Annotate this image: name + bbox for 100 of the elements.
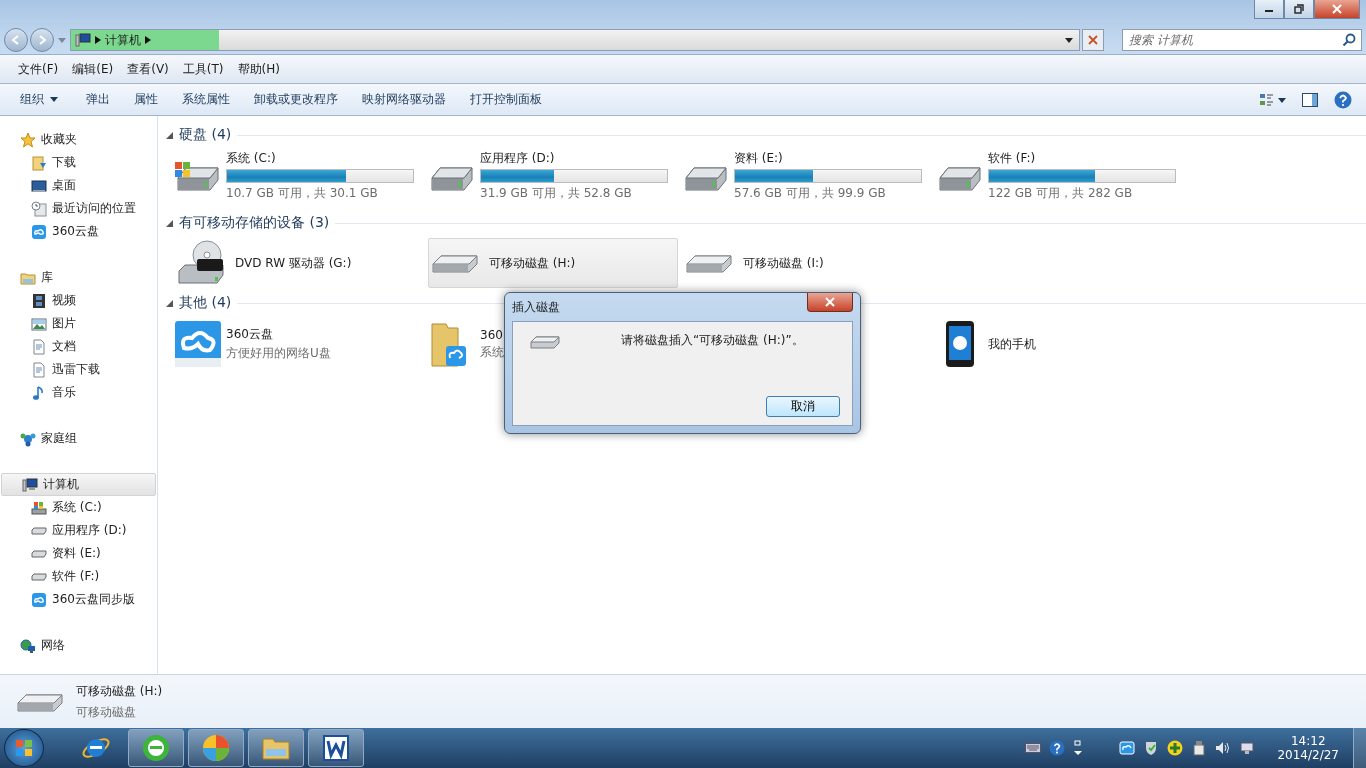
preview-pane-button[interactable] — [1302, 92, 1318, 107]
dropdown-caret-icon[interactable] — [1065, 37, 1073, 43]
clock[interactable]: 14:12 2014/2/27 — [1271, 734, 1345, 762]
sidebar-item[interactable]: 最近访问的位置 — [0, 197, 157, 220]
restore-icon — [1294, 4, 1304, 14]
menu-item[interactable]: 帮助(H) — [231, 58, 286, 80]
view-options-button[interactable] — [1260, 92, 1286, 107]
forward-button[interactable] — [30, 28, 54, 52]
item-description: 系统 — [480, 343, 504, 361]
close-icon — [1088, 35, 1098, 45]
sidebar-item[interactable]: 网络 — [0, 634, 157, 657]
drive-name[interactable]: 资料 (E:) — [734, 150, 922, 167]
sidebar-item[interactable]: 库 — [0, 266, 157, 289]
expanded-arrow-icon[interactable] — [166, 299, 173, 307]
caret-icon — [50, 97, 58, 102]
drive-name[interactable]: 系统 (C:) — [226, 150, 414, 167]
cloud-icon — [31, 591, 47, 608]
search-field[interactable]: 搜索 计算机 — [1122, 29, 1362, 51]
sidebar-item[interactable]: 下载 — [0, 151, 157, 174]
minimize-button[interactable] — [1254, 0, 1284, 19]
sidebar-item[interactable]: 视频 — [0, 289, 157, 312]
device-tile[interactable]: DVD RW 驱动器 (G:) — [174, 238, 424, 288]
stop-button[interactable] — [1082, 29, 1104, 51]
network-icon — [20, 637, 36, 654]
taskbar-button[interactable] — [248, 729, 304, 767]
item-name[interactable]: 360云盘 — [226, 326, 331, 343]
toolbar-button[interactable]: 打开控制面板 — [460, 87, 552, 112]
picture-icon — [31, 315, 47, 332]
toolbar-button[interactable]: 卸载或更改程序 — [244, 87, 348, 112]
start-button[interactable] — [4, 729, 44, 767]
drive-name[interactable]: 软件 (F:) — [988, 150, 1176, 167]
close-button[interactable] — [807, 293, 853, 312]
chevron-icon[interactable] — [145, 36, 151, 44]
help-button[interactable] — [1334, 90, 1352, 109]
details-type: 可移动磁盘 — [76, 703, 137, 721]
sidebar-item[interactable]: 文档 — [0, 335, 157, 358]
taskbar-button[interactable] — [308, 729, 364, 767]
document-icon — [31, 361, 47, 378]
toolbar-button[interactable]: 属性 — [124, 87, 168, 112]
sidebar-item[interactable]: 360云盘 — [0, 220, 157, 243]
taskbar-button[interactable] — [128, 729, 184, 767]
expanded-arrow-icon[interactable] — [166, 219, 173, 227]
computer-icon — [22, 476, 38, 493]
dialog-title: 插入磁盘 — [512, 298, 560, 316]
details-name: 可移动磁盘 (H:) — [76, 682, 163, 700]
back-button[interactable] — [4, 28, 28, 52]
group-heading[interactable]: 其他 (4) — [179, 294, 232, 312]
chevron-icon[interactable] — [95, 36, 101, 44]
drive-name[interactable]: 应用程序 (D:) — [480, 150, 668, 167]
sidebar-item[interactable]: 360云盘同步版 — [0, 588, 157, 611]
sidebar-item[interactable]: 桌面 — [0, 174, 157, 197]
device-name: 可移动磁盘 (I:) — [743, 254, 824, 272]
sidebar-item[interactable]: 家庭组 — [0, 427, 157, 450]
sidebar-item[interactable]: 资料 (E:) — [0, 542, 157, 565]
organize-button[interactable]: 组织 — [10, 87, 68, 112]
expanded-arrow-icon[interactable] — [166, 131, 173, 139]
help-icon[interactable] — [1049, 740, 1066, 756]
recent-places-icon — [31, 200, 47, 217]
item-name[interactable]: 360 — [480, 327, 504, 342]
dialog-message: 请将磁盘插入“可移动磁盘 (H:)”。 — [621, 332, 804, 349]
sidebar-item[interactable]: 系统 (C:) — [0, 496, 157, 519]
menu-item[interactable]: 文件(F) — [12, 58, 65, 80]
show-desktop-button[interactable] — [1353, 728, 1366, 768]
close-icon — [825, 297, 835, 307]
sidebar-item[interactable]: 应用程序 (D:) — [0, 519, 157, 542]
usb-device-icon[interactable] — [1191, 740, 1208, 756]
menu-item[interactable]: 工具(T) — [176, 58, 230, 80]
device-tile[interactable]: 可移动磁盘 (H:) — [428, 238, 678, 288]
keyboard-icon[interactable] — [1025, 742, 1042, 754]
network-icon[interactable] — [1239, 740, 1256, 756]
menu-item[interactable]: 查看(V) — [121, 58, 175, 80]
sidebar-item[interactable]: 收藏夹 — [0, 128, 157, 151]
toolbar-button[interactable]: 弹出 — [76, 87, 120, 112]
taskbar-button[interactable] — [188, 729, 244, 767]
menu-item[interactable]: 编辑(E) — [66, 58, 120, 80]
cancel-button[interactable]: 取消 — [766, 396, 840, 417]
item-description: 方便好用的网络U盘 — [226, 345, 331, 362]
address-field[interactable]: 计算机 — [70, 29, 1080, 51]
sidebar-item[interactable]: 软件 (F:) — [0, 565, 157, 588]
group-heading[interactable]: 硬盘 (4) — [179, 126, 232, 144]
speaker-icon[interactable] — [1215, 740, 1232, 756]
sidebar-item[interactable]: 计算机 — [1, 473, 156, 496]
word-icon — [321, 733, 351, 763]
toolbar-button[interactable]: 系统属性 — [172, 87, 240, 112]
drive-icon — [31, 549, 47, 558]
device-tile[interactable]: 可移动磁盘 (I:) — [682, 238, 932, 288]
monitor-icon — [31, 177, 47, 194]
restore-button[interactable] — [1284, 0, 1314, 19]
download-folder-icon — [31, 154, 47, 171]
sidebar-item[interactable]: 图片 — [0, 312, 157, 335]
toolbar-button[interactable]: 映射网络驱动器 — [352, 87, 456, 112]
item-name[interactable]: 我的手机 — [988, 335, 1036, 353]
sidebar-item[interactable]: 迅雷下载 — [0, 358, 157, 381]
cloud-icon[interactable] — [1119, 740, 1136, 756]
close-button[interactable] — [1314, 0, 1360, 19]
windows-drive-icon — [31, 499, 47, 516]
show-hidden-icons-button[interactable] — [1073, 740, 1084, 756]
sidebar-item[interactable]: 音乐 — [0, 381, 157, 404]
group-heading[interactable]: 有可移动存储的设备 (3) — [179, 214, 330, 232]
plus-icon[interactable] — [1167, 740, 1184, 756]
